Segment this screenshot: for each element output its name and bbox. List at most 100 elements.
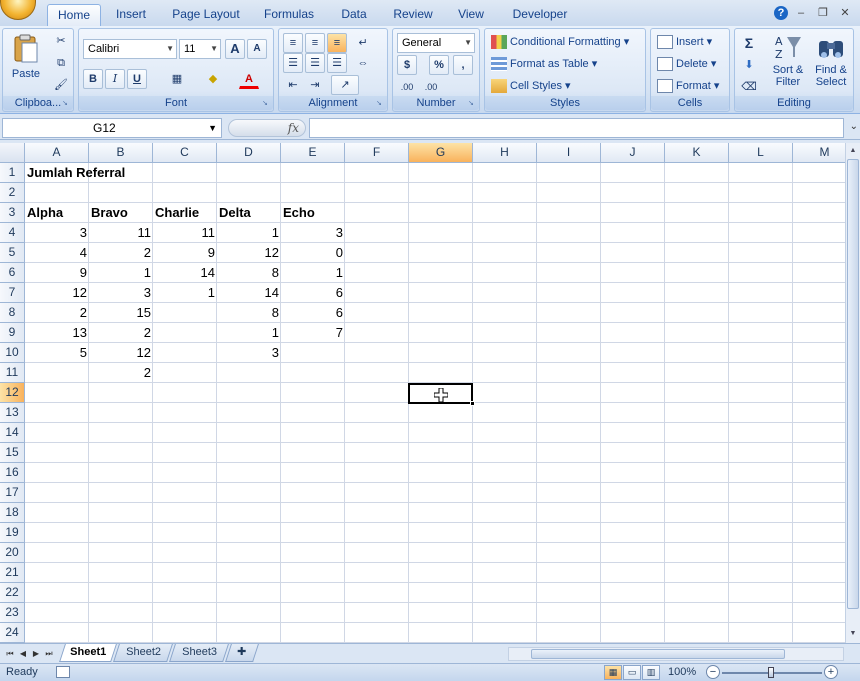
table-cell[interactable]: 3 [89, 283, 153, 303]
delete-cells-button[interactable]: Delete ▾ [657, 57, 716, 72]
row-header-11[interactable]: 11 [0, 363, 25, 383]
align-center-icon[interactable]: ☰ [305, 53, 325, 73]
table-cell[interactable]: 0 [281, 243, 345, 263]
tab-page-layout[interactable]: Page Layout [166, 4, 246, 26]
row-header-2[interactable]: 2 [0, 183, 25, 203]
table-cell[interactable]: 11 [153, 223, 217, 243]
row-header-22[interactable]: 22 [0, 583, 25, 603]
currency-button[interactable]: $ [397, 55, 417, 75]
page-break-view-icon[interactable]: ▥ [642, 665, 660, 680]
row-header-6[interactable]: 6 [0, 263, 25, 283]
decrease-indent-icon[interactable]: ⇤ [283, 75, 303, 95]
column-header-g[interactable]: G [409, 143, 473, 163]
underline-button[interactable]: U [127, 69, 147, 89]
page-layout-view-icon[interactable]: ▭ [623, 665, 641, 680]
align-middle-icon[interactable]: ≡ [305, 33, 325, 53]
table-cell[interactable]: 3 [217, 343, 281, 363]
next-sheet-icon[interactable]: ▶ [30, 647, 42, 661]
table-cell[interactable]: 1 [217, 323, 281, 343]
font-name-combo[interactable]: Calibri ▼ [83, 39, 177, 59]
cell-title[interactable]: Jumlah Referral [25, 163, 127, 183]
expand-formula-bar-icon[interactable]: ⌄ [850, 121, 858, 132]
macro-record-icon[interactable] [56, 666, 70, 678]
font-launcher-icon[interactable]: ↘ [262, 100, 270, 108]
table-cell[interactable]: 8 [217, 263, 281, 283]
merge-center-icon[interactable]: ⇔ [353, 53, 373, 73]
table-cell[interactable]: 9 [25, 263, 89, 283]
table-cell[interactable] [153, 363, 217, 383]
table-cell[interactable]: 2 [89, 243, 153, 263]
vertical-scrollbar[interactable]: ▲ ▼ [845, 143, 860, 643]
scroll-up-icon[interactable]: ▲ [847, 144, 859, 158]
row-header-5[interactable]: 5 [0, 243, 25, 263]
column-header-e[interactable]: E [281, 143, 345, 163]
row-header-14[interactable]: 14 [0, 423, 25, 443]
format-painter-icon[interactable]: 🖌 [51, 75, 71, 95]
italic-button[interactable]: I [105, 69, 125, 89]
tab-home[interactable]: Home [47, 4, 101, 26]
tab-developer[interactable]: Developer [503, 4, 577, 26]
zoom-slider-thumb[interactable] [768, 667, 774, 678]
insert-function-button[interactable]: fx [288, 121, 299, 135]
align-right-icon[interactable]: ☰ [327, 53, 347, 73]
name-box[interactable]: G12 ▼ [2, 118, 222, 138]
table-cell[interactable]: 8 [217, 303, 281, 323]
tab-formulas[interactable]: Formulas [258, 4, 320, 26]
table-cell[interactable]: 5 [25, 343, 89, 363]
align-left-icon[interactable]: ☰ [283, 53, 303, 73]
table-cell[interactable]: 14 [217, 283, 281, 303]
row-header-18[interactable]: 18 [0, 503, 25, 523]
autosum-button[interactable]: Σ [739, 33, 759, 53]
fill-icon[interactable]: ⬇ [739, 55, 759, 75]
align-top-icon[interactable]: ≡ [283, 33, 303, 53]
row-header-24[interactable]: 24 [0, 623, 25, 643]
row-header-20[interactable]: 20 [0, 543, 25, 563]
orientation-icon[interactable]: ↗ [331, 75, 359, 95]
table-cell[interactable]: 6 [281, 283, 345, 303]
tab-view[interactable]: View [451, 4, 491, 26]
table-cell[interactable]: 11 [89, 223, 153, 243]
table-header-cell[interactable]: Echo [281, 203, 345, 223]
office-button[interactable] [0, 0, 36, 20]
font-color-button[interactable]: A [239, 69, 259, 89]
fill-color-icon[interactable]: ◆ [203, 69, 223, 89]
first-sheet-icon[interactable]: ⏮ [4, 647, 16, 661]
restore-icon[interactable]: ❐ [814, 5, 832, 21]
sheet-tab-3[interactable]: Sheet3 [169, 644, 229, 662]
column-header-m[interactable]: M [793, 143, 845, 163]
row-header-16[interactable]: 16 [0, 463, 25, 483]
normal-view-icon[interactable]: ▦ [604, 665, 622, 680]
column-header-k[interactable]: K [665, 143, 729, 163]
table-cell[interactable] [153, 303, 217, 323]
minimize-icon[interactable]: – [792, 5, 810, 21]
table-cell[interactable]: 3 [281, 223, 345, 243]
formula-input[interactable] [309, 118, 844, 138]
grow-font-button[interactable]: A [225, 39, 245, 59]
font-size-combo[interactable]: 11 ▼ [179, 39, 221, 59]
column-header-i[interactable]: I [537, 143, 601, 163]
row-header-8[interactable]: 8 [0, 303, 25, 323]
row-header-17[interactable]: 17 [0, 483, 25, 503]
row-header-1[interactable]: 1 [0, 163, 25, 183]
decrease-decimal-button[interactable]: .00 [421, 77, 441, 97]
row-header-15[interactable]: 15 [0, 443, 25, 463]
clear-icon[interactable]: ⌫ [739, 77, 759, 97]
table-cell[interactable] [217, 363, 281, 383]
column-header-l[interactable]: L [729, 143, 793, 163]
alignment-launcher-icon[interactable]: ↘ [376, 100, 384, 108]
vertical-scroll-thumb[interactable] [847, 159, 859, 609]
table-cell[interactable]: 1 [89, 263, 153, 283]
wrap-text-icon[interactable]: ↵ [353, 33, 373, 53]
number-format-combo[interactable]: General ▼ [397, 33, 475, 53]
clipboard-launcher-icon[interactable]: ↘ [62, 100, 70, 108]
table-header-cell[interactable]: Bravo [89, 203, 153, 223]
row-header-19[interactable]: 19 [0, 523, 25, 543]
column-header-b[interactable]: B [89, 143, 153, 163]
table-cell[interactable]: 1 [281, 263, 345, 283]
fill-handle[interactable] [470, 401, 475, 406]
table-header-cell[interactable]: Charlie [153, 203, 217, 223]
row-header-13[interactable]: 13 [0, 403, 25, 423]
zoom-out-icon[interactable]: − [706, 665, 720, 679]
column-header-d[interactable]: D [217, 143, 281, 163]
sort-filter-button[interactable]: AZ Sort & Filter [769, 33, 807, 88]
